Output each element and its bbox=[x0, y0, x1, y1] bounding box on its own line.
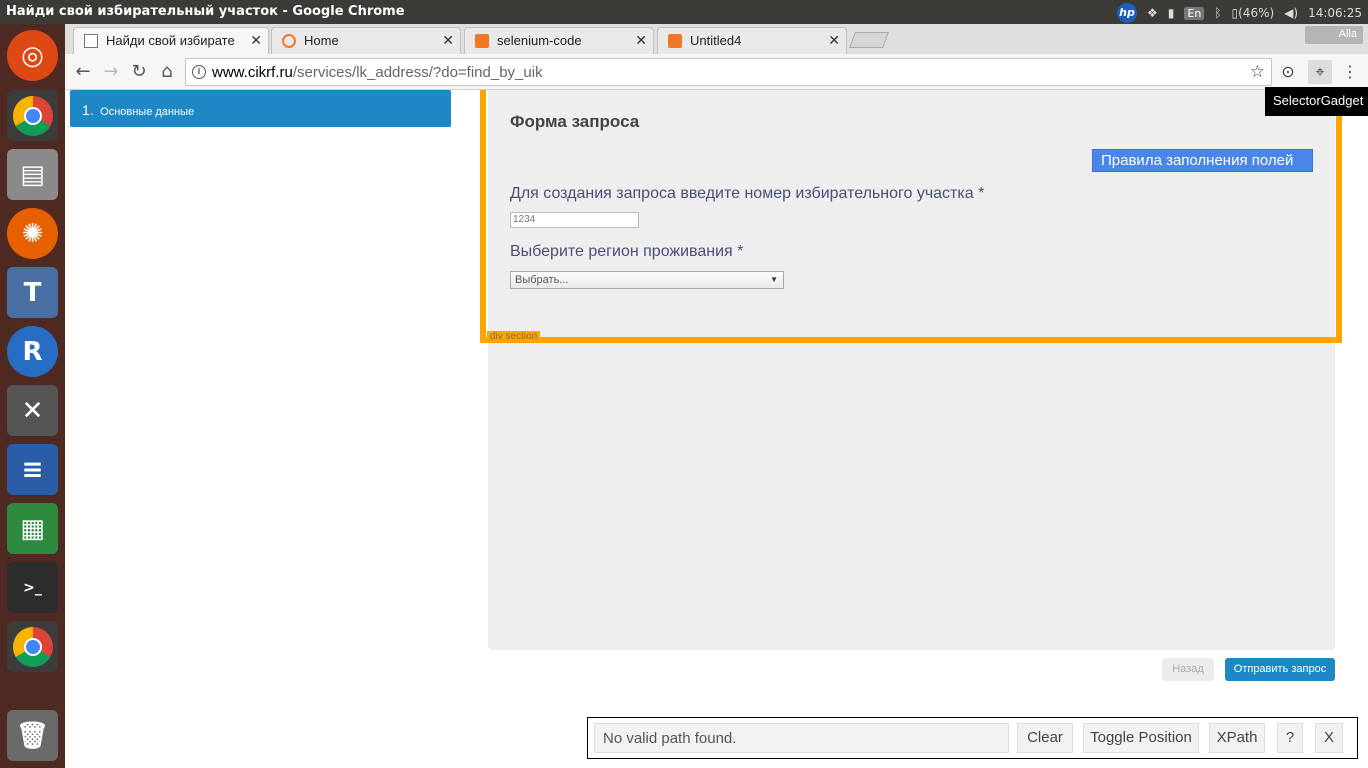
volume-icon[interactable]: ◀) bbox=[1284, 6, 1298, 20]
region-selected: Выбрать... bbox=[515, 274, 569, 286]
tab-home[interactable]: Home ✕ bbox=[271, 27, 461, 54]
clear-button[interactable]: Clear bbox=[1017, 723, 1073, 753]
new-tab-button[interactable] bbox=[849, 32, 889, 48]
uik-label: Для создания запроса введите номер избир… bbox=[510, 185, 985, 202]
clock[interactable]: 14:06:25 bbox=[1308, 6, 1362, 20]
window-title: Найди свой избирательный участок - Googl… bbox=[6, 4, 405, 19]
tab-cikrf[interactable]: Найди свой избирате ✕ bbox=[73, 27, 269, 54]
ubuntu-icon[interactable]: ◎ bbox=[7, 30, 58, 81]
profile-button[interactable]: Alla bbox=[1305, 26, 1363, 44]
uik-placeholder: 1234 bbox=[513, 214, 536, 225]
keyboard-layout[interactable]: En bbox=[1184, 6, 1205, 20]
writer-icon[interactable]: ≡ bbox=[7, 444, 58, 495]
region-label: Выберите регион проживания * bbox=[510, 243, 744, 260]
hp-icon[interactable]: hp bbox=[1117, 3, 1138, 23]
browser-toolbar: ← → ↻ ⌂ i www.cikrf.ru/services/lk_addre… bbox=[65, 54, 1368, 90]
forward-icon[interactable]: → bbox=[100, 61, 122, 83]
launcher: ◎ ▤ ✺ T R ✕ ≡ ▦ >_ 🗑 bbox=[0, 24, 65, 768]
highlight-label: div section bbox=[487, 331, 541, 342]
chrome-icon[interactable] bbox=[7, 621, 58, 672]
trash-icon[interactable]: 🗑 bbox=[7, 710, 58, 761]
help-button[interactable]: ? bbox=[1277, 723, 1303, 753]
close-icon[interactable]: ✕ bbox=[635, 32, 647, 49]
system-top-bar: Найди свой избирательный участок - Googl… bbox=[0, 0, 1368, 24]
r-icon[interactable]: R bbox=[7, 326, 58, 377]
jupyter-icon bbox=[282, 34, 296, 48]
tab-label: selenium-code bbox=[497, 33, 582, 48]
page-icon bbox=[84, 34, 98, 48]
files-icon[interactable]: ▤ bbox=[7, 149, 58, 200]
tab-label: Найди свой избирате bbox=[106, 33, 235, 48]
step-label: Основные данные bbox=[100, 106, 195, 118]
info-icon[interactable]: i bbox=[192, 65, 206, 79]
extension-search-icon[interactable]: ⊙ bbox=[1276, 60, 1300, 84]
dropdown-arrow-icon: ▼ bbox=[770, 275, 778, 284]
xpath-button[interactable]: XPath bbox=[1209, 723, 1265, 753]
reload-icon[interactable]: ↻ bbox=[128, 61, 150, 83]
texmaker-icon[interactable]: T bbox=[7, 267, 58, 318]
profile-name: Alla bbox=[1338, 28, 1357, 40]
chrome-icon[interactable] bbox=[7, 90, 58, 141]
selectorgadget-bar: No valid path found. Clear Toggle Positi… bbox=[587, 717, 1358, 759]
tab-label: Home bbox=[304, 33, 339, 48]
tab-strip: Найди свой избирате ✕ Home ✕ selenium-co… bbox=[65, 24, 1368, 54]
tab-selenium-code[interactable]: selenium-code ✕ bbox=[464, 27, 654, 54]
toggle-position-button[interactable]: Toggle Position bbox=[1083, 723, 1199, 753]
back-icon[interactable]: ← bbox=[72, 61, 94, 83]
battery-indicator[interactable]: ▯(46%) bbox=[1232, 6, 1275, 20]
menu-icon[interactable]: ⋮ bbox=[1338, 60, 1362, 84]
system-tray: hp ❖ ▮ En ᛒ ▯(46%) ◀) 14:06:25 bbox=[1117, 3, 1362, 23]
bluetooth-icon[interactable]: ᛒ bbox=[1214, 6, 1221, 20]
close-icon[interactable]: ✕ bbox=[442, 32, 454, 49]
region-select[interactable]: Выбрать... ▼ bbox=[510, 271, 784, 289]
rules-button[interactable]: Правила заполнения полей bbox=[1092, 149, 1313, 172]
close-icon[interactable]: ✕ bbox=[250, 32, 262, 49]
web-page: 1. Основные данные div section Форма зап… bbox=[65, 90, 1368, 768]
tab-label: Untitled4 bbox=[690, 33, 742, 48]
settings-tools-icon[interactable]: ✕ bbox=[7, 385, 58, 436]
selector-path-field[interactable]: No valid path found. bbox=[594, 723, 1009, 753]
notebook-icon bbox=[668, 34, 682, 48]
send-request-button[interactable]: Отправить запрос bbox=[1225, 658, 1335, 681]
firefox-icon[interactable]: ✺ bbox=[7, 208, 58, 259]
back-button[interactable]: Назад bbox=[1162, 658, 1214, 681]
step-number: 1. bbox=[82, 102, 94, 118]
home-icon[interactable]: ⌂ bbox=[156, 61, 178, 83]
bookmark-star-icon[interactable]: ☆ bbox=[1250, 62, 1265, 82]
notebook-icon bbox=[475, 34, 489, 48]
dropbox-icon[interactable]: ❖ bbox=[1147, 6, 1158, 20]
chrome-window: Найди свой избирате ✕ Home ✕ selenium-co… bbox=[65, 24, 1368, 768]
uik-input[interactable]: 1234 bbox=[510, 212, 639, 228]
battery-percent: (46%) bbox=[1238, 6, 1275, 20]
network-icon[interactable]: ▮ bbox=[1168, 6, 1175, 20]
close-icon[interactable]: ✕ bbox=[828, 32, 840, 49]
form-title: Форма запроса bbox=[510, 112, 640, 131]
close-gadget-button[interactable]: X bbox=[1315, 723, 1343, 753]
url-host: www.cikrf.ru bbox=[212, 64, 293, 81]
battery-icon: ▯ bbox=[1231, 6, 1239, 20]
calc-icon[interactable]: ▦ bbox=[7, 503, 58, 554]
step-item[interactable]: 1. Основные данные bbox=[70, 90, 451, 127]
tab-untitled4[interactable]: Untitled4 ✕ bbox=[657, 27, 847, 54]
address-bar[interactable]: i www.cikrf.ru/services/lk_address/?do=f… bbox=[185, 58, 1272, 86]
tooltip: SelectorGadget bbox=[1265, 87, 1368, 116]
selectorgadget-icon[interactable]: ⌖ bbox=[1308, 60, 1332, 84]
url-path: /services/lk_address/?do=find_by_uik bbox=[292, 64, 543, 81]
terminal-icon[interactable]: >_ bbox=[7, 562, 58, 613]
